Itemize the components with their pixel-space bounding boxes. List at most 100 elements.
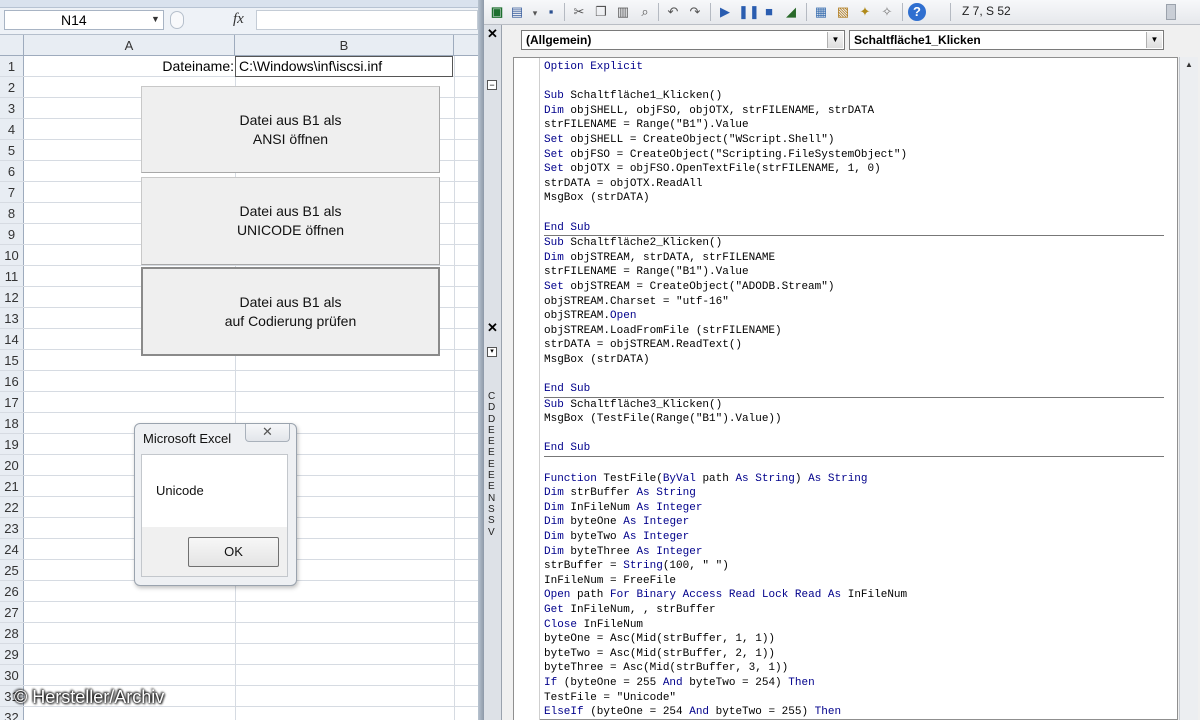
dropdown-icon[interactable]: ▾ bbox=[487, 347, 497, 357]
row-header[interactable]: 7 bbox=[0, 182, 24, 202]
code-line[interactable]: Set objFSO = CreateObject("Scripting.Fil… bbox=[544, 148, 1164, 163]
code-line[interactable]: strDATA = objOTX.ReadAll bbox=[544, 177, 1164, 192]
row-header[interactable]: 14 bbox=[0, 329, 24, 349]
run-icon[interactable]: ▶ bbox=[716, 3, 734, 21]
help-icon[interactable]: ? bbox=[908, 3, 926, 21]
close-icon[interactable]: ✕ bbox=[245, 424, 290, 442]
vertical-scrollbar[interactable]: ▲ bbox=[1179, 57, 1198, 720]
code-line[interactable]: Sub Schaltfläche1_Klicken() bbox=[544, 89, 1164, 104]
code-line[interactable] bbox=[544, 427, 1164, 442]
code-line[interactable]: TestFile = "Unicode" bbox=[544, 691, 1164, 706]
toolbox-icon[interactable]: ✧ bbox=[878, 3, 896, 21]
code-line[interactable]: Dim objSTREAM, strDATA, strFILENAME bbox=[544, 251, 1164, 266]
check-encoding-button[interactable]: Datei aus B1 als auf Codierung prüfen bbox=[141, 267, 440, 356]
code-line[interactable]: objSTREAM.Open bbox=[544, 309, 1164, 324]
insert-module-icon[interactable]: ▤ bbox=[508, 3, 526, 21]
code-lines[interactable]: Option Explicit Sub Schaltfläche1_Klicke… bbox=[544, 60, 1164, 720]
code-line[interactable]: Set objOTX = objFSO.OpenTextFile(strFILE… bbox=[544, 162, 1164, 177]
code-line[interactable]: ElseIf (byteOne = 254 And byteTwo = 255)… bbox=[544, 705, 1164, 720]
code-line[interactable]: strFILENAME = Range("B1").Value bbox=[544, 265, 1164, 280]
row-header[interactable]: 30 bbox=[0, 665, 24, 685]
property-row-edge[interactable]: E bbox=[488, 436, 498, 447]
row-header[interactable]: 15 bbox=[0, 350, 24, 370]
row-header[interactable]: 11 bbox=[0, 266, 24, 286]
row-header[interactable]: 20 bbox=[0, 455, 24, 475]
close-icon[interactable]: ✕ bbox=[485, 321, 500, 336]
formula-input[interactable] bbox=[256, 10, 478, 30]
code-line[interactable]: strBuffer = String(100, " ") bbox=[544, 559, 1164, 574]
code-line[interactable]: If (byteOne = 255 And byteTwo = 254) The… bbox=[544, 676, 1164, 691]
excel-view-icon[interactable]: ▣ bbox=[488, 3, 506, 21]
code-line[interactable] bbox=[544, 75, 1164, 90]
row-header[interactable]: 19 bbox=[0, 434, 24, 454]
collapse-icon[interactable]: − bbox=[487, 80, 497, 90]
code-line[interactable]: Dim InFileNum As Integer bbox=[544, 501, 1164, 516]
property-row-edge[interactable]: N bbox=[488, 493, 498, 504]
cell-b1[interactable]: C:\Windows\inf\iscsi.inf bbox=[235, 56, 453, 77]
code-line[interactable]: Dim byteOne As Integer bbox=[544, 515, 1164, 530]
column-header-a[interactable]: A bbox=[24, 35, 235, 55]
sheet-grid[interactable]: 1 2 3 4 5 6 7 8 9 10 11 12 13 14 15 16 17 18 19 20 21 22 23 24 2… bbox=[0, 56, 478, 720]
row-header[interactable]: 16 bbox=[0, 371, 24, 391]
design-mode-icon[interactable]: ◢ bbox=[782, 3, 800, 21]
code-editor[interactable]: Option Explicit Sub Schaltfläche1_Klicke… bbox=[513, 57, 1178, 720]
property-row-edge[interactable]: S bbox=[488, 515, 498, 526]
sheet-row[interactable]: 16 bbox=[0, 371, 478, 392]
sheet-row[interactable]: 27 bbox=[0, 602, 478, 623]
code-line[interactable]: Get InFileNum, , strBuffer bbox=[544, 603, 1164, 618]
paste-icon[interactable]: ▥ bbox=[614, 3, 632, 21]
save-icon[interactable]: ▪ bbox=[542, 3, 560, 21]
column-header-b[interactable]: B bbox=[235, 35, 454, 55]
name-box[interactable]: N14 bbox=[4, 10, 164, 30]
row-header[interactable]: 25 bbox=[0, 560, 24, 580]
chevron-down-icon[interactable]: ▼ bbox=[1146, 32, 1162, 48]
code-line[interactable]: Close InFileNum bbox=[544, 618, 1164, 633]
property-row-edge[interactable]: V bbox=[488, 527, 498, 538]
procedure-combo[interactable]: Schaltfläche1_Klicken ▼ bbox=[849, 30, 1164, 50]
project-explorer-icon[interactable]: ▦ bbox=[812, 3, 830, 21]
code-line[interactable]: End Sub bbox=[544, 441, 1164, 458]
row-header[interactable]: 2 bbox=[0, 77, 24, 97]
row-header[interactable]: 24 bbox=[0, 539, 24, 559]
open-unicode-button[interactable]: Datei aus B1 als UNICODE öffnen bbox=[141, 177, 440, 265]
code-line[interactable]: Open path For Binary Access Read Lock Re… bbox=[544, 588, 1164, 603]
property-row-edge[interactable]: E bbox=[488, 459, 498, 470]
break-icon[interactable]: ❚❚ bbox=[738, 3, 760, 21]
row-header[interactable]: 28 bbox=[0, 623, 24, 643]
close-icon[interactable]: ✕ bbox=[485, 27, 500, 42]
property-row-edge[interactable]: E bbox=[488, 470, 498, 481]
row-header[interactable]: 18 bbox=[0, 413, 24, 433]
sheet-row[interactable]: 32 bbox=[0, 707, 478, 720]
row-header[interactable]: 13 bbox=[0, 308, 24, 328]
row-header[interactable]: 26 bbox=[0, 581, 24, 601]
chevron-down-icon[interactable]: ▼ bbox=[827, 32, 843, 48]
row-header[interactable]: 1 bbox=[0, 56, 24, 76]
code-line[interactable]: End Sub bbox=[544, 382, 1164, 398]
row-header[interactable]: 32 bbox=[0, 707, 24, 720]
property-row-edge[interactable]: S bbox=[488, 504, 498, 515]
code-line[interactable]: byteTwo = Asc(Mid(strBuffer, 2, 1)) bbox=[544, 647, 1164, 662]
code-line[interactable]: Set objSHELL = CreateObject("WScript.She… bbox=[544, 133, 1164, 148]
sheet-row[interactable]: 29 bbox=[0, 644, 478, 665]
code-line[interactable]: objSTREAM.LoadFromFile (strFILENAME) bbox=[544, 324, 1164, 339]
row-header[interactable]: 4 bbox=[0, 119, 24, 139]
code-line[interactable]: InFileNum = FreeFile bbox=[544, 574, 1164, 589]
row-header[interactable]: 5 bbox=[0, 140, 24, 160]
code-line[interactable]: strFILENAME = Range("B1").Value bbox=[544, 118, 1164, 133]
code-line[interactable]: objSTREAM.Charset = "utf-16" bbox=[544, 295, 1164, 310]
find-icon[interactable]: ⌕ bbox=[636, 3, 654, 21]
sheet-row[interactable]: 17 bbox=[0, 392, 478, 413]
name-box-dropdown-icon[interactable]: ▼ bbox=[151, 14, 160, 24]
row-header[interactable]: 23 bbox=[0, 518, 24, 538]
code-line[interactable] bbox=[544, 367, 1164, 382]
object-combo[interactable]: (Allgemein) ▼ bbox=[521, 30, 845, 50]
row-header[interactable]: 10 bbox=[0, 245, 24, 265]
code-line[interactable]: MsgBox (TestFile(Range("B1").Value)) bbox=[544, 412, 1164, 427]
sheet-row[interactable]: 30 bbox=[0, 665, 478, 686]
object-browser-icon[interactable]: ✦ bbox=[856, 3, 874, 21]
code-line[interactable]: End Sub bbox=[544, 221, 1164, 237]
formula-bar-handle[interactable] bbox=[170, 11, 184, 29]
sheet-row[interactable]: 28 bbox=[0, 623, 478, 644]
property-row-edge[interactable]: D bbox=[488, 414, 498, 425]
ok-button[interactable]: OK bbox=[188, 537, 279, 567]
